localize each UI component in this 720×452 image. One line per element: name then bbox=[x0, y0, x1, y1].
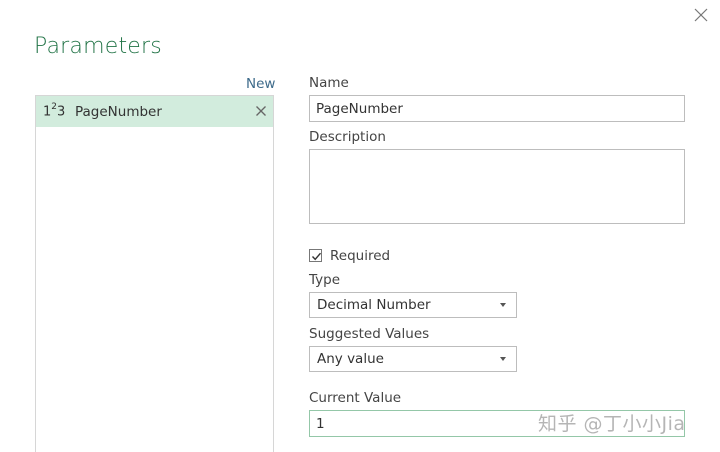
parameter-list: 123 PageNumber bbox=[35, 95, 274, 452]
parameter-item-pagenumber[interactable]: 123 PageNumber bbox=[36, 96, 273, 127]
new-parameter-link[interactable]: New bbox=[246, 76, 275, 92]
watermark: 知乎 @丁小小Jia bbox=[538, 413, 686, 435]
suggested-values-select[interactable]: Any value bbox=[309, 346, 517, 372]
description-field[interactable] bbox=[309, 149, 685, 224]
description-label: Description bbox=[309, 129, 386, 145]
checkbox-box[interactable] bbox=[309, 249, 322, 262]
suggested-values-label: Suggested Values bbox=[309, 326, 430, 342]
type-label: Type bbox=[309, 272, 341, 288]
delete-icon[interactable] bbox=[255, 105, 267, 117]
required-label: Required bbox=[330, 248, 391, 264]
type-select-value: Decimal Number bbox=[317, 297, 431, 313]
checkmark-icon bbox=[311, 252, 322, 261]
chevron-down-icon bbox=[500, 303, 506, 307]
close-icon[interactable] bbox=[691, 5, 711, 25]
parameter-name: PageNumber bbox=[75, 104, 162, 120]
name-field[interactable] bbox=[309, 95, 685, 122]
dialog-title: Parameters bbox=[34, 34, 162, 59]
name-label: Name bbox=[309, 75, 349, 91]
current-value-label: Current Value bbox=[309, 390, 402, 406]
chevron-down-icon bbox=[500, 357, 506, 361]
type-select[interactable]: Decimal Number bbox=[309, 292, 517, 318]
suggested-values-select-value: Any value bbox=[317, 351, 384, 367]
number-type-icon: 123 bbox=[43, 102, 66, 120]
